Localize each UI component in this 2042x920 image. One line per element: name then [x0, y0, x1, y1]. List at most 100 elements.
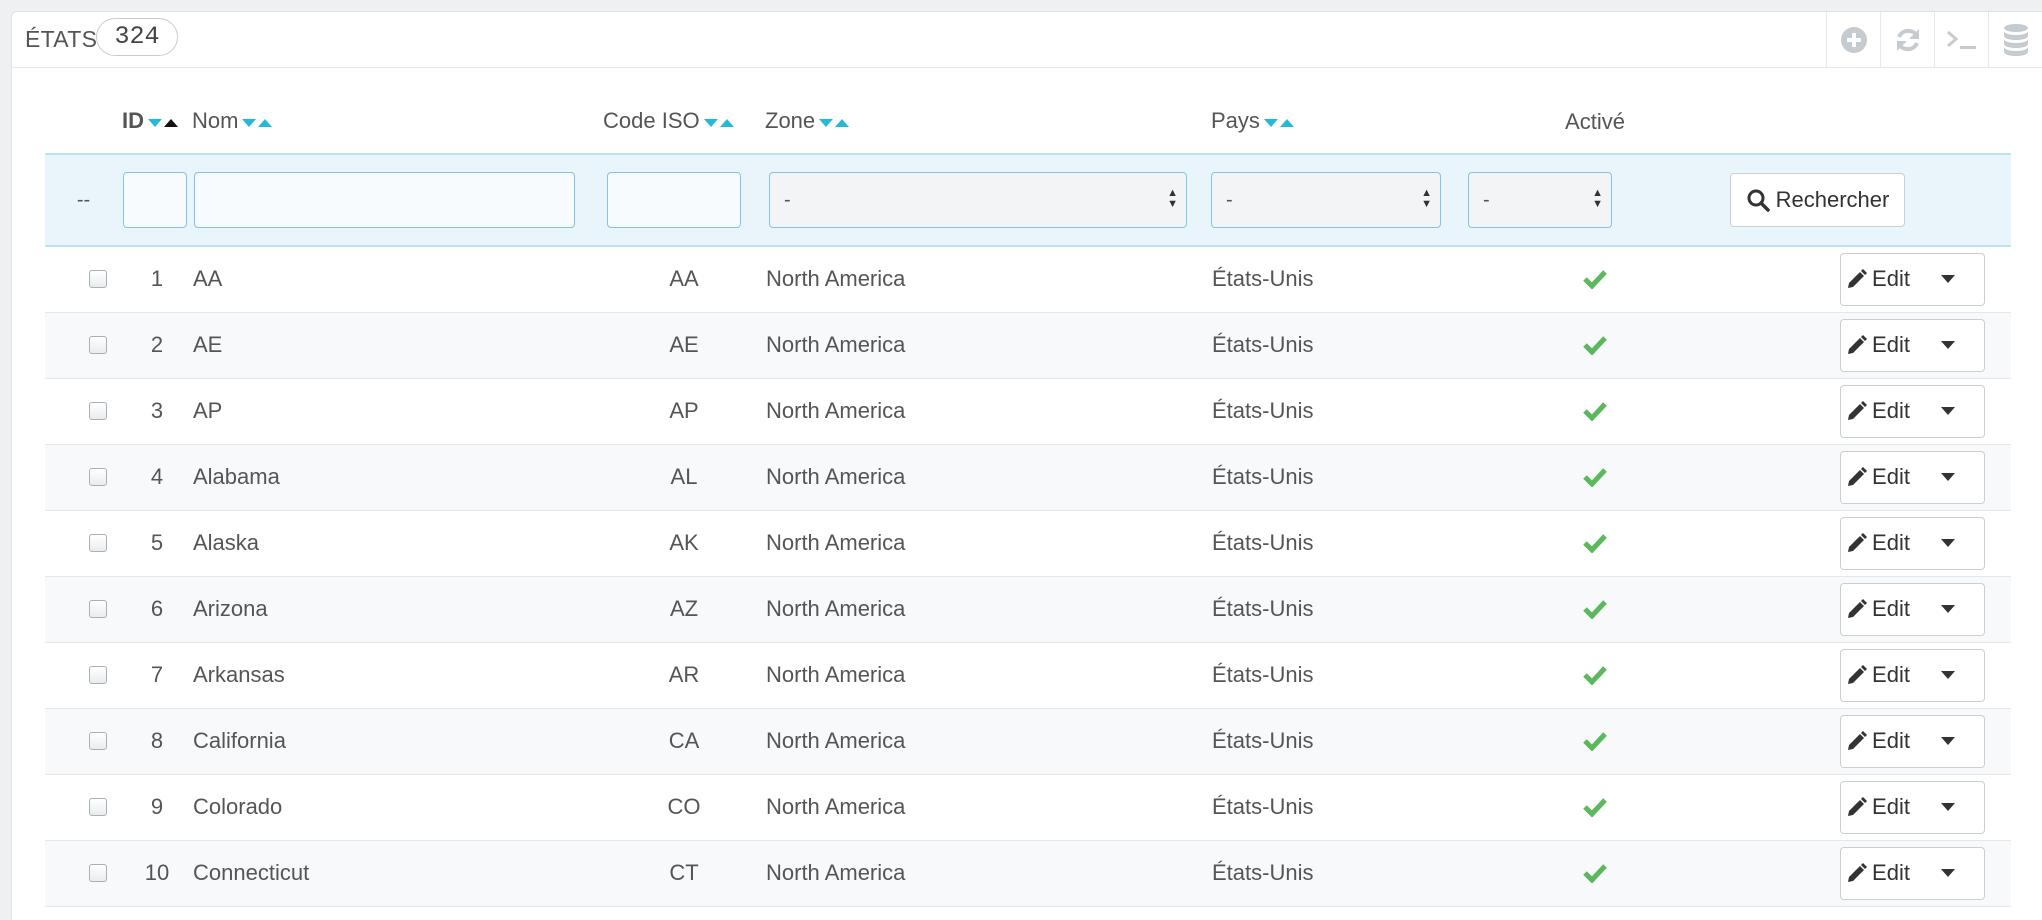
- check-icon[interactable]: [1470, 335, 1720, 355]
- caret-down-icon: [1940, 736, 1955, 745]
- edit-button[interactable]: Edit: [1840, 582, 1911, 636]
- table-row[interactable]: 2 AE AE North America États-Unis Edit: [45, 312, 2011, 379]
- cell-name: AP: [192, 378, 603, 445]
- table-row[interactable]: 4 Alabama AL North America États-Unis Edit: [45, 444, 2011, 511]
- edit-button[interactable]: Edit: [1840, 450, 1911, 504]
- edit-button[interactable]: Edit: [1840, 516, 1911, 570]
- caret-down-icon: [1940, 274, 1955, 283]
- pencil-icon: [1848, 797, 1868, 816]
- edit-button[interactable]: Edit: [1840, 648, 1911, 702]
- sort-asc-icon[interactable]: [719, 118, 735, 128]
- filter-country-select[interactable]: - ▲ ▼: [1211, 172, 1441, 228]
- sort-asc-icon[interactable]: [1279, 118, 1295, 128]
- edit-button[interactable]: Edit: [1840, 384, 1911, 438]
- search-button[interactable]: Rechercher: [1730, 173, 1905, 227]
- row-checkbox[interactable]: [89, 468, 107, 486]
- check-icon[interactable]: [1470, 599, 1720, 619]
- panel-header: ÉTATS 324: [12, 12, 2042, 68]
- row-checkbox[interactable]: [89, 798, 107, 816]
- row-checkbox[interactable]: [89, 336, 107, 354]
- edit-button[interactable]: Edit: [1840, 714, 1911, 768]
- check-icon[interactable]: [1470, 269, 1720, 290]
- actions-dropdown-button[interactable]: [1911, 318, 1985, 372]
- table-row[interactable]: 5 Alaska AK North America États-Unis Edit: [45, 510, 2011, 577]
- filter-iso-input[interactable]: [607, 172, 741, 228]
- row-checkbox[interactable]: [89, 402, 107, 420]
- col-id: ID: [122, 82, 192, 154]
- cell-name: Colorado: [192, 774, 603, 841]
- check-icon[interactable]: [1470, 533, 1720, 553]
- filter-zone-select[interactable]: - ▲ ▼: [769, 172, 1187, 228]
- cell-country: États-Unis: [1211, 510, 1469, 577]
- actions-dropdown-button[interactable]: [1911, 582, 1985, 636]
- pencil-icon: [1848, 269, 1868, 289]
- cell-id: 1: [122, 246, 192, 313]
- edit-button[interactable]: Edit: [1840, 318, 1911, 372]
- sort-desc-icon[interactable]: [241, 118, 257, 128]
- check-icon[interactable]: [1470, 731, 1720, 751]
- table-row[interactable]: 9 Colorado CO North America États-Unis Edit: [45, 774, 2011, 841]
- edit-button[interactable]: Edit: [1840, 780, 1911, 834]
- actions-dropdown-button[interactable]: [1911, 780, 1985, 834]
- table-row[interactable]: 1 AA AA North America États-Unis Edit: [45, 246, 2011, 313]
- row-checkbox[interactable]: [89, 270, 107, 289]
- actions-dropdown-button[interactable]: [1911, 846, 1985, 900]
- table-row[interactable]: 10 Connecticut CT North America États-Unis Ed…: [45, 840, 2011, 907]
- sql-terminal-icon[interactable]: [1934, 12, 1988, 68]
- check-icon[interactable]: [1470, 665, 1720, 685]
- cell-country: États-Unis: [1211, 246, 1469, 313]
- table-row[interactable]: 6 Arizona AZ North America États-Unis Edit: [45, 576, 2011, 643]
- cell-country: États-Unis: [1211, 708, 1469, 775]
- sort-asc-icon[interactable]: [163, 118, 179, 128]
- refresh-icon[interactable]: [1880, 12, 1934, 68]
- filter-id-input[interactable]: [123, 172, 187, 228]
- row-checkbox[interactable]: [89, 600, 107, 618]
- caret-down-icon: [1940, 868, 1955, 877]
- cell-iso: AL: [603, 444, 765, 511]
- actions-dropdown-button[interactable]: [1911, 384, 1985, 438]
- cell-country: États-Unis: [1211, 576, 1469, 643]
- sort-desc-icon[interactable]: [1263, 118, 1279, 128]
- sort-desc-icon[interactable]: [818, 118, 834, 128]
- actions-dropdown-button[interactable]: [1911, 516, 1985, 570]
- row-checkbox[interactable]: [89, 534, 107, 552]
- table-row[interactable]: 8 California CA North America États-Unis Edit: [45, 708, 2011, 775]
- sort-desc-icon[interactable]: [703, 118, 719, 128]
- check-icon[interactable]: [1470, 797, 1720, 817]
- table-row[interactable]: 3 AP AP North America États-Unis Edit: [45, 378, 2011, 445]
- database-icon[interactable]: [1988, 12, 2042, 68]
- edit-button[interactable]: Edit: [1840, 846, 1911, 900]
- table-row[interactable]: 7 Arkansas AR North America États-Unis Edit: [45, 642, 2011, 709]
- col-active: Activé: [1565, 108, 1625, 134]
- sort-arrows: [241, 109, 273, 135]
- panel-toolbar: [1826, 12, 2042, 68]
- sort-asc-icon[interactable]: [834, 118, 850, 128]
- check-icon[interactable]: [1470, 863, 1720, 883]
- row-checkbox[interactable]: [89, 732, 107, 750]
- filter-active-select[interactable]: - ▲ ▼: [1468, 172, 1612, 228]
- actions-dropdown-button[interactable]: [1911, 714, 1985, 768]
- add-icon[interactable]: [1826, 12, 1880, 68]
- col-iso: Code ISO: [603, 82, 765, 154]
- actions-dropdown-button[interactable]: [1911, 450, 1985, 504]
- select-arrows-icon: ▲ ▼: [1167, 187, 1178, 210]
- row-checkbox[interactable]: [89, 666, 107, 684]
- cell-zone: North America: [765, 444, 1211, 511]
- edit-button[interactable]: Edit: [1840, 252, 1911, 306]
- cell-id: 5: [122, 510, 192, 577]
- cell-country: États-Unis: [1211, 312, 1469, 379]
- cell-iso: AE: [603, 312, 765, 379]
- row-checkbox[interactable]: [89, 864, 107, 882]
- row-actions: Edit: [1840, 384, 2010, 438]
- sort-desc-icon[interactable]: [147, 118, 163, 128]
- sort-asc-icon[interactable]: [257, 118, 273, 128]
- filter-name-input[interactable]: [194, 172, 575, 228]
- actions-dropdown-button[interactable]: [1911, 648, 1985, 702]
- filter-row: -- - ▲ ▼ - ▲ ▼ - ▲ ▼ Rechercher: [45, 153, 2011, 247]
- check-icon[interactable]: [1470, 467, 1720, 487]
- actions-dropdown-button[interactable]: [1911, 252, 1985, 306]
- row-actions: Edit: [1840, 450, 2010, 504]
- row-actions: Edit: [1840, 780, 2010, 834]
- bulk-select-placeholder: --: [45, 153, 122, 247]
- check-icon[interactable]: [1470, 401, 1720, 421]
